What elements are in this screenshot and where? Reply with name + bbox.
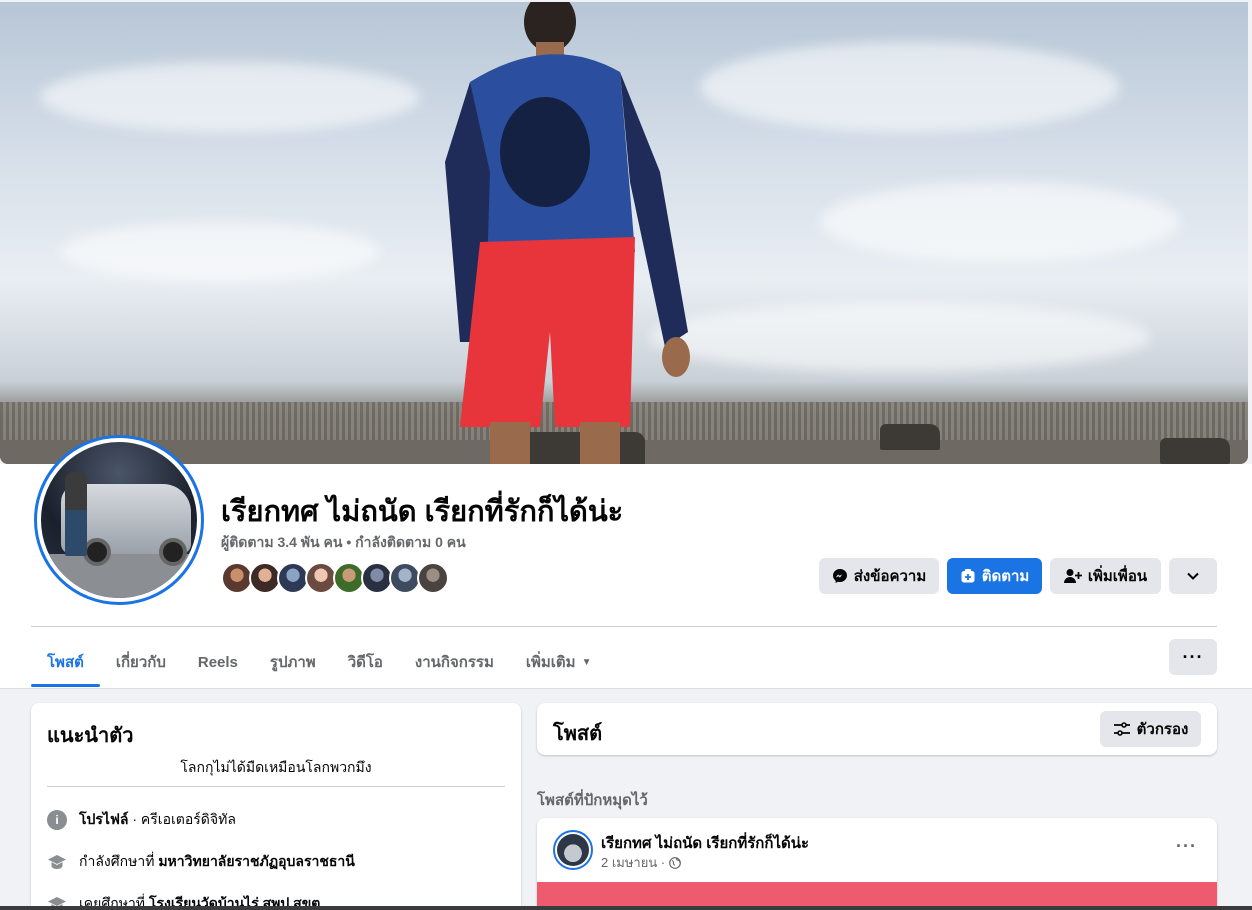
- post-date[interactable]: 2 เมษายน ·: [601, 852, 665, 873]
- graduation-cap-icon: [47, 852, 67, 872]
- intro-divider: [47, 786, 505, 787]
- profile-stats[interactable]: ผู้ติดตาม 3.4 พัน คน • กำลังติดตาม 0 คน: [221, 532, 466, 554]
- window-bottom-edge: [0, 906, 1252, 910]
- tab-events[interactable]: งานกิจกรรม: [399, 638, 510, 686]
- add-friend-icon: [1063, 569, 1082, 583]
- intro-card: แนะนำตัว โลกกุไม่ได้มืดเหมือนโลกพวกมึง i…: [31, 703, 521, 910]
- tab-posts[interactable]: โพสต์: [31, 638, 100, 687]
- globe-icon: [669, 856, 682, 869]
- follow-button[interactable]: ติดตาม: [947, 558, 1042, 594]
- profile-avatar[interactable]: [34, 435, 204, 605]
- posts-header-card: โพสต์ ตัวกรอง: [537, 703, 1217, 755]
- intro-studying-prefix: กำลังศึกษาที่: [79, 853, 159, 869]
- filter-button[interactable]: ตัวกรอง: [1100, 711, 1201, 747]
- cover-person-figure: [445, 2, 690, 464]
- header-bottom-border: [0, 688, 1252, 689]
- follow-button-label: ติดตาม: [981, 568, 1030, 585]
- intro-profile-label: โปรไฟล์: [79, 811, 129, 827]
- post-options-icon[interactable]: ···: [1176, 836, 1197, 857]
- tab-more[interactable]: เพิ่มเติม ▼: [510, 638, 608, 686]
- cover-photo[interactable]: [0, 2, 1248, 464]
- intro-profile-row: i โปรไฟล์ · ครีเอเตอร์ดิจิทัล: [47, 809, 236, 831]
- pinned-post: เรียกทศ ไม่ถนัด เรียกที่รักก็ได้น่ะ 2 เม…: [537, 818, 1217, 910]
- mutual-friends-avatars[interactable]: [221, 562, 449, 594]
- filter-button-label: ตัวกรอง: [1136, 721, 1189, 738]
- caret-down-icon: ▼: [581, 656, 592, 668]
- add-friend-button[interactable]: เพิ่มเพื่อน: [1050, 558, 1161, 594]
- intro-studying-row: กำลังศึกษาที่ มหาวิทยาลัยราชภัฏอุบลราชธา…: [47, 851, 355, 873]
- follow-icon: [961, 569, 975, 583]
- tab-photos[interactable]: รูปภาพ: [254, 638, 332, 686]
- tab-more-label: เพิ่มเติม: [525, 654, 576, 671]
- tab-about[interactable]: เกี่ยวกับ: [100, 638, 182, 686]
- info-icon: i: [47, 810, 67, 830]
- messenger-icon: [832, 569, 847, 583]
- add-friend-button-label: เพิ่มเพื่อน: [1087, 568, 1148, 585]
- more-icon[interactable]: ···: [1169, 639, 1217, 675]
- post-meta: 2 เมษายน ·: [601, 852, 682, 873]
- friend-avatar[interactable]: [417, 562, 449, 594]
- tab-videos[interactable]: วิดีโอ: [332, 638, 399, 686]
- intro-profile-value: · ครีเอเตอร์ดิจิทัล: [128, 811, 236, 827]
- intro-title: แนะนำตัว: [47, 725, 134, 747]
- post-author-avatar[interactable]: [553, 830, 593, 870]
- profile-name: เรียกทศ ไม่ถนัด เรียกที่รักก็ได้น่ะ: [221, 496, 624, 528]
- filter-icon: [1113, 722, 1130, 736]
- profile-options-button[interactable]: [1169, 558, 1217, 594]
- header-divider: [31, 626, 1217, 627]
- tab-reels[interactable]: Reels: [182, 638, 254, 686]
- message-button[interactable]: ส่งข้อความ: [819, 558, 939, 594]
- intro-studying-link[interactable]: มหาวิทยาลัยราชภัฏอุบลราชธานี: [158, 853, 355, 869]
- pinned-posts-label: โพสต์ที่ปักหมุดไว้: [537, 792, 648, 809]
- chevron-down-icon: [1187, 572, 1199, 580]
- posts-title: โพสต์: [553, 723, 603, 745]
- profile-tabs: โพสต์ เกี่ยวกับ Reels รูปภาพ วิดีโอ งานก…: [31, 638, 607, 688]
- message-button-label: ส่งข้อความ: [853, 568, 927, 585]
- intro-bio: โลกกุไม่ได้มืดเหมือนโลกพวกมึง: [180, 759, 372, 775]
